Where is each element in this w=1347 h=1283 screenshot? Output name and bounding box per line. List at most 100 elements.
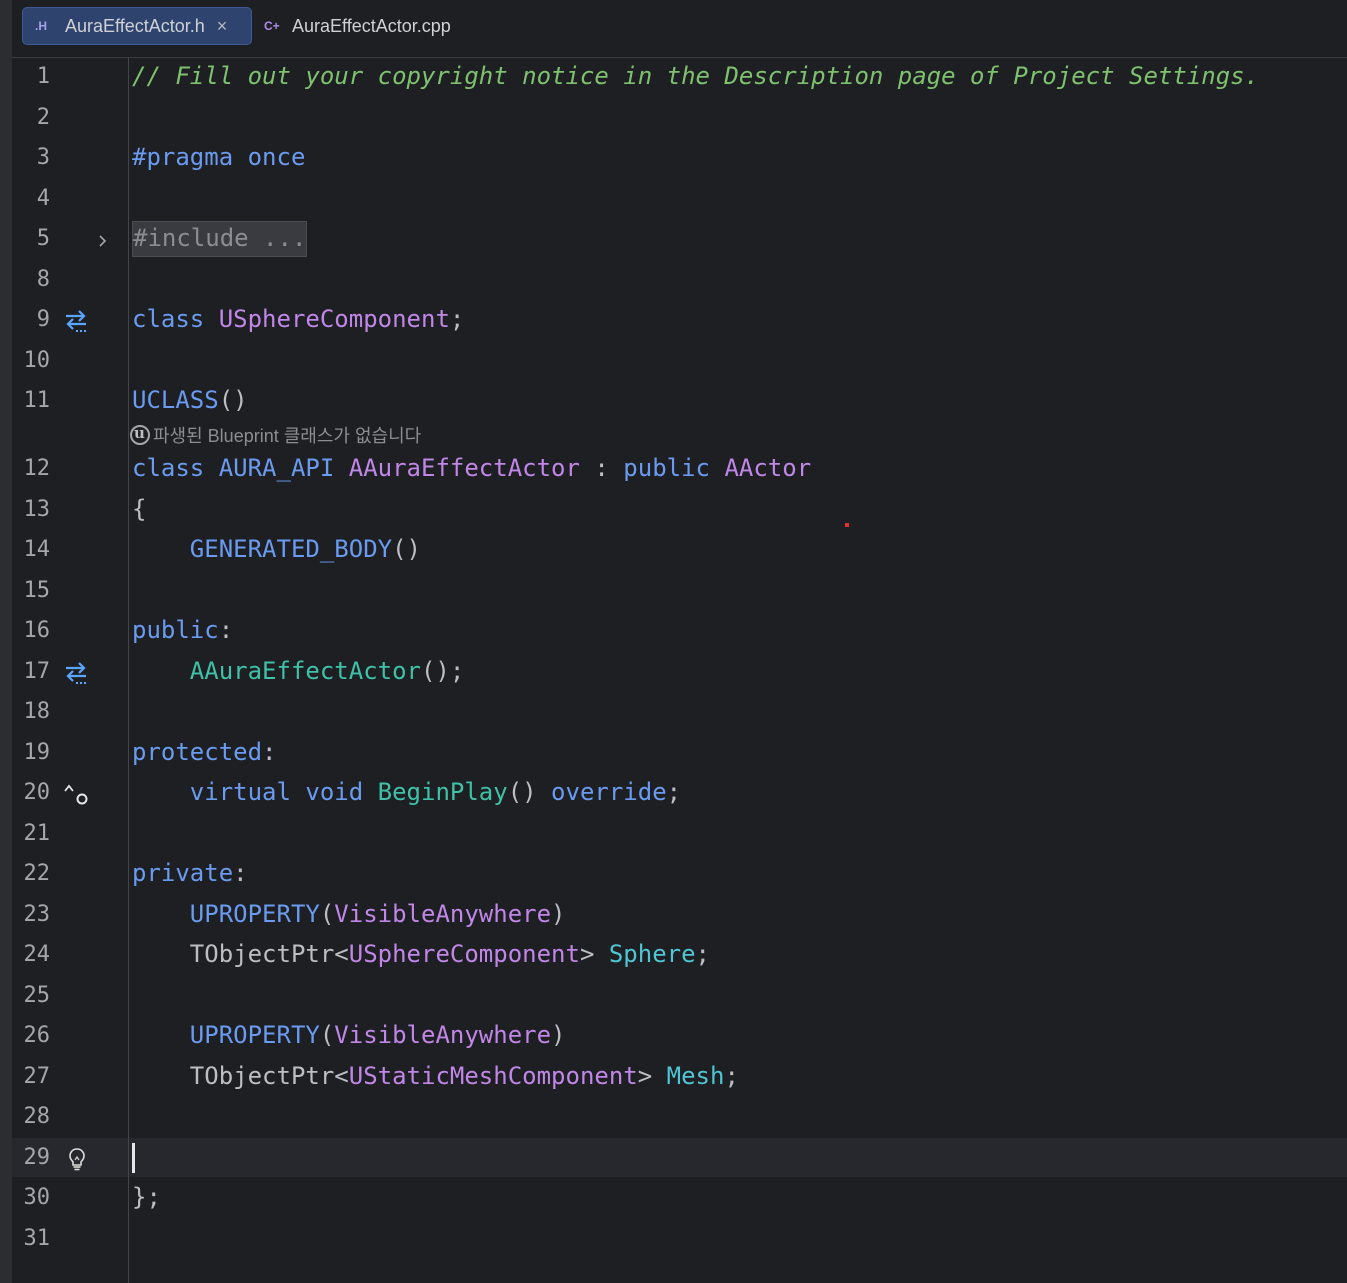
code-line[interactable]: 5 #include ...: [12, 220, 1347, 260]
field-name: Sphere: [608, 940, 696, 968]
line-number: 9: [36, 307, 50, 332]
line-number: 21: [23, 821, 51, 846]
header-file-icon: .H: [35, 19, 47, 33]
code-text: public:: [132, 616, 233, 644]
code-text: UPROPERTY(VisibleAnywhere): [132, 1021, 566, 1049]
punctuation: ;: [449, 305, 465, 333]
ide-window: .H AuraEffectActor.h × C+ AuraEffectActo…: [0, 0, 1347, 1283]
punctuation: ;: [724, 1062, 739, 1090]
code-line[interactable]: 25: [12, 977, 1347, 1017]
tab-label: AuraEffectActor.h: [65, 15, 205, 36]
code-line[interactable]: 4: [12, 180, 1347, 220]
macro: GENERATED_BODY: [189, 535, 393, 563]
code-line[interactable]: 1 // Fill out your copyright notice in t…: [12, 58, 1347, 98]
punctuation: :: [233, 859, 248, 887]
line-number: 12: [23, 456, 51, 481]
code-line[interactable]: 15: [12, 572, 1347, 612]
inlay-hint-text: 파생된 Blueprint 클래스가 없습니다: [153, 426, 422, 446]
type-name: UStaticMeshComponent: [348, 1062, 638, 1090]
comment: // Fill out your copyright notice in the…: [132, 62, 1260, 90]
keyword: protected: [132, 738, 263, 766]
line-number: 19: [23, 740, 51, 765]
code-line[interactable]: 10: [12, 342, 1347, 382]
punctuation: ): [551, 1021, 566, 1049]
code-text: UCLASS(): [132, 386, 248, 414]
line-number: 10: [23, 348, 51, 373]
line-number: 23: [23, 902, 51, 927]
code-text: };: [132, 1183, 161, 1211]
code-line[interactable]: 17 AAuraEffectActor();: [12, 653, 1347, 693]
unreal-engine-icon: [130, 424, 150, 445]
code-line[interactable]: 11 UCLASS(): [12, 382, 1347, 422]
line-number: 27: [23, 1064, 51, 1089]
code-editor[interactable]: 1 // Fill out your copyright notice in t…: [12, 58, 1347, 1283]
line-number: 24: [23, 942, 51, 967]
code-line[interactable]: 13 {: [12, 491, 1347, 531]
punctuation: ();: [420, 657, 465, 685]
lightbulb-icon[interactable]: [62, 1144, 92, 1174]
navigate-related-icon[interactable]: [62, 306, 92, 336]
template-name: TObjectPtr: [189, 940, 335, 968]
line-number: 20: [23, 780, 51, 805]
code-text: protected:: [132, 738, 277, 766]
code-line[interactable]: 20 virtual void BeginPlay() override;: [12, 774, 1347, 814]
tool-strip: [0, 0, 12, 1283]
line-number: 17: [23, 659, 51, 684]
close-tab-icon[interactable]: ×: [217, 17, 228, 35]
punctuation: >: [579, 940, 609, 968]
tab-aura-effect-actor-h[interactable]: .H AuraEffectActor.h ×: [22, 7, 252, 45]
code-text: {: [132, 495, 146, 523]
keyword: override: [551, 778, 667, 806]
code-text: TObjectPtr<USphereComponent> Sphere;: [132, 940, 710, 968]
line-number: 1: [36, 64, 50, 89]
code-line[interactable]: 9 class USphereComponent;: [12, 301, 1347, 341]
code-line[interactable]: 24 TObjectPtr<USphereComponent> Sphere;: [12, 936, 1347, 976]
code-line[interactable]: 18: [12, 693, 1347, 733]
type-name: USphereComponent: [218, 305, 450, 333]
override-icon[interactable]: [62, 779, 92, 809]
code-line[interactable]: 28: [12, 1098, 1347, 1138]
code-line[interactable]: 12 class AURA_API AAuraEffectActor : pub…: [12, 450, 1347, 490]
code-line[interactable]: 23 UPROPERTY(VisibleAnywhere): [12, 896, 1347, 936]
keyword: class: [132, 305, 219, 333]
code-line[interactable]: 2: [12, 99, 1347, 139]
code-line[interactable]: 14 GENERATED_BODY(): [12, 531, 1347, 571]
code-text: #pragma once: [132, 143, 305, 171]
code-line[interactable]: 19 protected:: [12, 734, 1347, 774]
blueprint-inlay-hint[interactable]: 파생된 Blueprint 클래스가 없습니다: [130, 422, 421, 448]
code-text: #include ...: [132, 221, 308, 257]
punctuation: };: [132, 1183, 161, 1211]
code-text: // Fill out your copyright notice in the…: [132, 62, 1259, 90]
navigate-related-icon[interactable]: [62, 658, 92, 688]
line-number: 4: [36, 186, 50, 211]
specifier: VisibleAnywhere: [334, 1021, 552, 1049]
folded-includes[interactable]: #include ...: [132, 221, 308, 257]
line-number: 13: [23, 497, 51, 522]
punctuation: ): [551, 900, 566, 928]
code-line-current[interactable]: 29: [12, 1139, 1347, 1179]
line-number: 5: [36, 226, 50, 251]
code-line[interactable]: 27 TObjectPtr<UStaticMeshComponent> Mesh…: [12, 1058, 1347, 1098]
code-line[interactable]: 8: [12, 261, 1347, 301]
code-text: class USphereComponent;: [132, 305, 464, 333]
code-line[interactable]: 3 #pragma once: [12, 139, 1347, 179]
code-text: AAuraEffectActor();: [132, 657, 465, 685]
code-line[interactable]: 30 };: [12, 1179, 1347, 1219]
tab-aura-effect-actor-cpp[interactable]: C+ AuraEffectActor.cpp: [262, 7, 451, 45]
keyword: public: [132, 616, 219, 644]
code-line[interactable]: 22 private:: [12, 855, 1347, 895]
fold-chevron-icon[interactable]: [96, 225, 110, 255]
keyword: private: [132, 859, 234, 887]
code-line[interactable]: 21: [12, 815, 1347, 855]
code-line[interactable]: 16 public:: [12, 612, 1347, 652]
code-line[interactable]: 31: [12, 1220, 1347, 1260]
keyword: class: [132, 454, 219, 482]
punctuation: {: [132, 495, 147, 523]
macro: UCLASS: [132, 386, 219, 414]
macro: UPROPERTY: [189, 1021, 320, 1049]
line-number: 26: [23, 1023, 51, 1048]
punctuation: :: [579, 454, 624, 482]
type-name: AActor: [724, 454, 812, 482]
code-text: TObjectPtr<UStaticMeshComponent> Mesh;: [132, 1062, 739, 1090]
code-line[interactable]: 26 UPROPERTY(VisibleAnywhere): [12, 1017, 1347, 1057]
